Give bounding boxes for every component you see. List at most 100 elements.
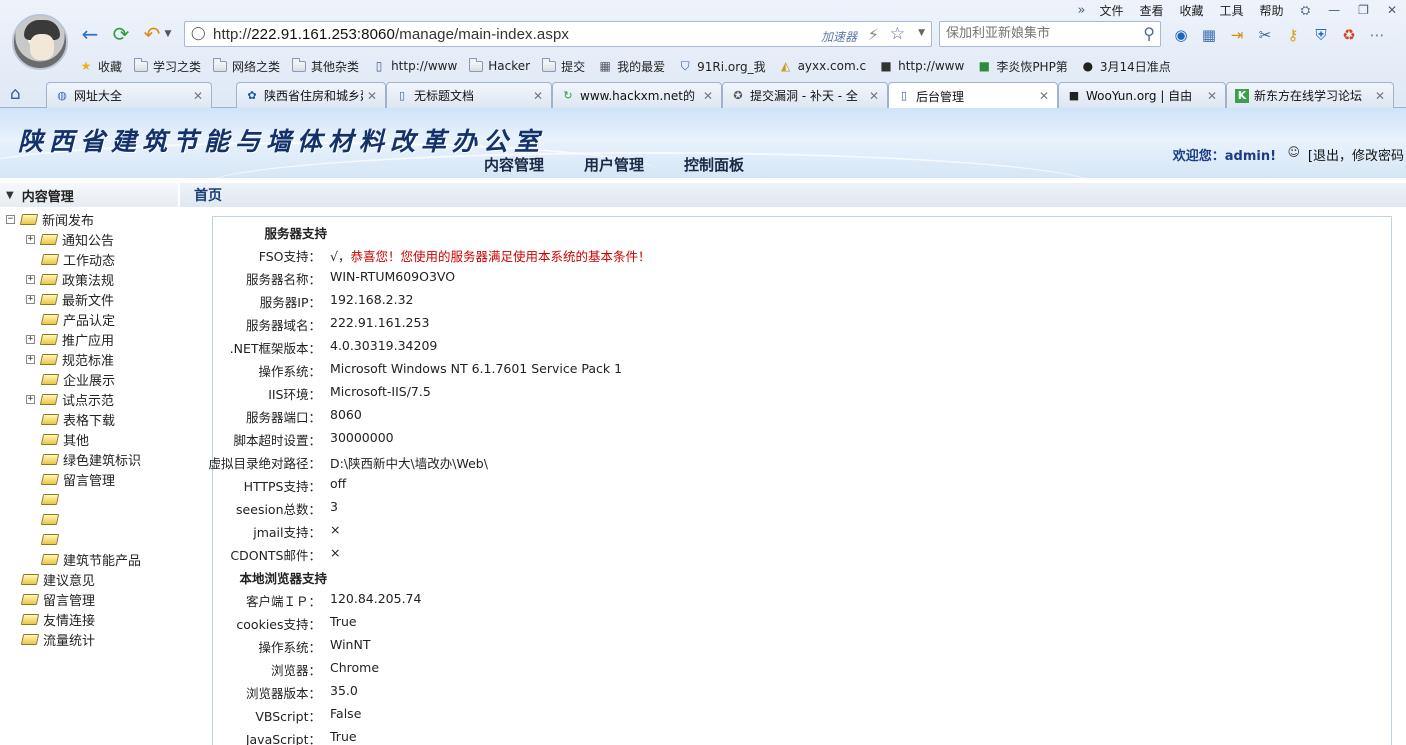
sidebar-tree-item[interactable]: − 新闻发布 (6, 209, 94, 229)
bookmark-item[interactable]: Hacker (469, 57, 530, 73)
folder-icon (39, 293, 59, 305)
info-row: 服务器域名： 222.91.161.253 (213, 315, 1393, 335)
sidebar-tree-item[interactable]: 建筑节能产品 (40, 549, 141, 569)
sidebar-tree-item[interactable] (40, 529, 63, 549)
sidebar-tree-item[interactable]: + 通知公告 (26, 229, 114, 249)
sidebar-tree-item[interactable]: 建议意见 (20, 569, 95, 589)
nav-control-panel[interactable]: 控制面板 (684, 154, 744, 175)
sidebar-tree-item[interactable]: 绿色建筑标识 (40, 449, 141, 469)
sidebar-tree-item[interactable]: 工作动态 (40, 249, 115, 269)
sidebar-tree-item[interactable]: + 规范标准 (26, 349, 114, 369)
sidebar-tree-item[interactable] (40, 489, 63, 509)
browser-tab[interactable]: ◍ 网址大全 ✕ (46, 82, 212, 108)
bookmark-item[interactable]: ● 3月14日准点 (1080, 58, 1171, 75)
home-icon[interactable]: ⌂ (10, 84, 21, 104)
browser-tab[interactable]: ↻ www.hackxm.net的 ✕ (552, 82, 722, 108)
tab-close-icon[interactable]: ✕ (367, 89, 377, 103)
sidebar-tree-item[interactable]: + 推广应用 (26, 329, 114, 349)
tab-close-icon[interactable]: ✕ (1207, 89, 1217, 103)
bookmark-item[interactable]: ⛉ 91Ri.org_我 (677, 58, 766, 75)
sidebar-tree-item[interactable]: 友情连接 (20, 609, 95, 629)
expand-icon[interactable]: + (26, 354, 35, 364)
browser-tab[interactable]: ▯ 后台管理 ✕ (888, 82, 1058, 109)
bookmark-item[interactable]: ■ http://www (878, 59, 964, 73)
expand-icon[interactable]: + (26, 294, 35, 304)
tab-close-icon[interactable]: ✕ (869, 89, 879, 103)
url-text[interactable]: http://222.91.161.253:8060/manage/main-i… (213, 26, 569, 43)
minimize-icon[interactable]: — (1328, 3, 1340, 17)
bookmark-item[interactable]: ▦ 我的最爱 (597, 58, 665, 75)
favorite-star-icon[interactable]: ☆ (890, 24, 905, 44)
user-avatar[interactable] (12, 14, 68, 70)
nav-user-management[interactable]: 用户管理 (584, 154, 644, 175)
sidebar-tree-item[interactable]: 留言管理 (40, 469, 115, 489)
undo-dropdown-icon[interactable]: ▼ (162, 22, 174, 46)
info-value: √，恭喜您！您使用的服务器满足使用本系统的基本条件！ (330, 246, 650, 265)
sidebar-tree-item[interactable]: 企业展示 (40, 369, 115, 389)
lightning-icon[interactable]: ⚡ (868, 25, 879, 44)
sidebar-tree-item[interactable]: + 试点示范 (26, 389, 114, 409)
sidebar-tree-item[interactable]: 表格下载 (40, 409, 115, 429)
search-input[interactable] (946, 26, 1136, 41)
reader-icon[interactable]: ▦ (1198, 24, 1220, 46)
restore-icon[interactable]: ❐ (1358, 3, 1369, 17)
undo-icon[interactable]: ↶ (140, 22, 164, 46)
expand-icon[interactable]: + (26, 394, 35, 404)
search-icon[interactable]: ⚲ (1143, 24, 1155, 43)
nav-content-management[interactable]: 内容管理 (484, 154, 544, 175)
sidebar-title[interactable]: ▼ 内容管理 (0, 183, 178, 207)
accelerator-button[interactable]: 加速器 (821, 28, 857, 45)
browser-tab[interactable]: ▯ 无标题文档 ✕ (386, 82, 552, 108)
sidebar-tree-item[interactable]: + 最新文件 (26, 289, 114, 309)
bookmark-item[interactable]: 网络之类 (213, 57, 280, 75)
bookmark-item[interactable]: ★ 收藏 (78, 58, 122, 75)
menu-file[interactable]: 文件 (1099, 2, 1123, 19)
expand-icon[interactable]: + (26, 334, 35, 344)
menu-help[interactable]: 帮助 (1260, 2, 1284, 19)
sidebar-tree-item[interactable]: 其他 (40, 429, 89, 449)
sidebar-tree-item[interactable] (40, 509, 63, 529)
skin-icon[interactable]: ⛭ (1301, 3, 1311, 18)
menu-favorites[interactable]: 收藏 (1180, 2, 1204, 19)
tab-close-icon[interactable]: ✕ (1039, 89, 1049, 103)
tab-close-icon[interactable]: ✕ (193, 89, 203, 103)
sidebar-tree-item[interactable]: 流量统计 (20, 629, 95, 649)
browser-tab[interactable]: ■ WooYun.org | 自由 ✕ (1058, 82, 1226, 108)
expand-icon[interactable]: + (26, 274, 35, 284)
address-bar[interactable]: ◯ http://222.91.161.253:8060/manage/main… (184, 21, 932, 47)
collapse-icon[interactable]: − (6, 214, 15, 224)
extension-icon[interactable]: ♻ (1338, 24, 1360, 46)
menu-view[interactable]: 查看 (1140, 2, 1164, 19)
search-box[interactable]: ⚲ (939, 21, 1161, 47)
tab-close-icon[interactable]: ✕ (533, 89, 543, 103)
tab-close-icon[interactable]: ✕ (703, 89, 713, 103)
sidebar-tree-item[interactable]: 留言管理 (20, 589, 95, 609)
info-value-text: 3 (330, 499, 338, 514)
browser-tab[interactable]: ✿ 陕西省住房和城乡建 ✕ (236, 82, 386, 108)
browser-tab[interactable]: K 新东方在线学习论坛 ✕ (1226, 82, 1394, 108)
login-icon[interactable]: ⇥ (1226, 24, 1248, 46)
bookmark-item[interactable]: 其他杂类 (292, 57, 359, 75)
menu-expand-icon[interactable]: » (1078, 3, 1086, 18)
sidebar-tree-item[interactable]: 产品认定 (40, 309, 115, 329)
back-arrow-icon[interactable]: ← (78, 22, 102, 46)
url-dropdown-icon[interactable]: ▼ (918, 28, 925, 38)
bookmark-item[interactable]: ▯ http://www (371, 59, 458, 73)
refresh-icon[interactable]: ⟳ (109, 22, 133, 46)
close-window-icon[interactable]: ✕ (1387, 3, 1397, 17)
bookmark-item[interactable]: 学习之类 (134, 57, 201, 75)
more-icon[interactable]: ⋯ (1366, 24, 1388, 46)
bookmark-item[interactable]: 提交 (542, 57, 585, 75)
menu-tools[interactable]: 工具 (1220, 2, 1244, 19)
browser-tab[interactable]: ✪ 提交漏洞 - 补天 - 全 ✕ (722, 82, 888, 108)
shield-toolbar-icon[interactable]: ⛨ (1310, 24, 1332, 46)
scissors-icon[interactable]: ✂ (1254, 24, 1276, 46)
browser-logo-icon[interactable]: ◉ (1170, 24, 1192, 46)
logout-link[interactable]: [退出，修改密码 (1308, 145, 1404, 164)
bookmark-item[interactable]: ■ 李炎恢PHP第 (976, 58, 1068, 75)
sidebar-tree-item[interactable]: + 政策法规 (26, 269, 114, 289)
tab-close-icon[interactable]: ✕ (1375, 89, 1385, 103)
key-icon[interactable]: ⚷ (1282, 24, 1304, 46)
expand-icon[interactable]: + (26, 234, 35, 244)
bookmark-item[interactable]: ◭ ayxx.com.c (778, 59, 866, 73)
